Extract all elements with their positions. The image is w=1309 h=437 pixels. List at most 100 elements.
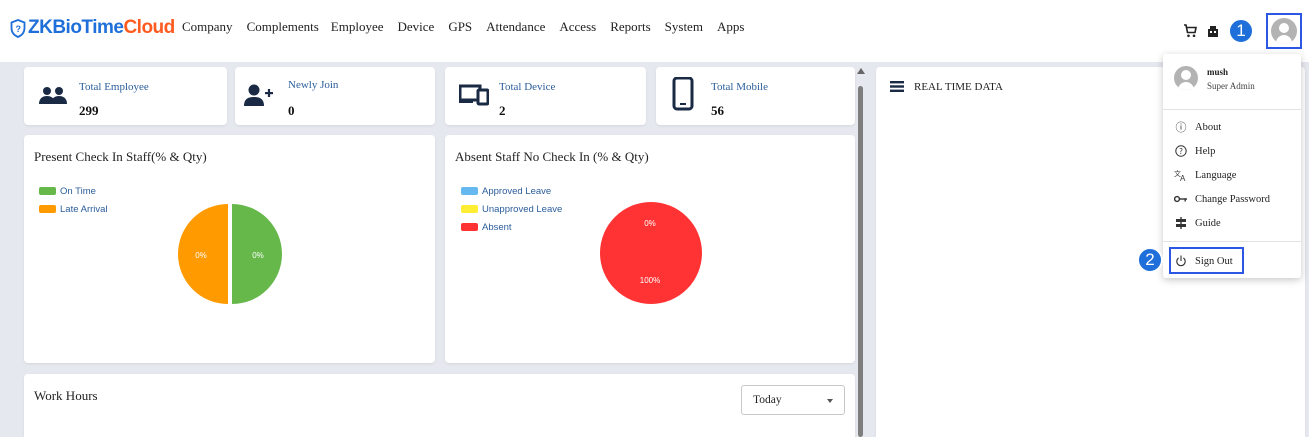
menu-item-language[interactable]: 文A Language	[1163, 163, 1301, 187]
group-icon	[39, 87, 67, 104]
menu-item-about[interactable]: ⓘ About	[1163, 115, 1301, 139]
user-avatar-button[interactable]	[1266, 13, 1302, 49]
nav-apps[interactable]: Apps	[717, 19, 744, 35]
sign-out-highlight	[1169, 247, 1244, 274]
stat-value: 2	[499, 103, 506, 118]
nav-access[interactable]: Access	[559, 19, 596, 35]
top-navigation-bar: ? ZKBioTime Cloud Company Complements Emp…	[0, 0, 1309, 62]
legend-item-approved-leave[interactable]: Approved Leave	[461, 182, 562, 200]
app-logo[interactable]: ? ZKBioTime Cloud	[10, 16, 175, 40]
absent-legend: Approved Leave Unapproved Leave Absent	[461, 182, 562, 236]
nav-company[interactable]: Company	[182, 19, 233, 35]
legend-item-late-arrival[interactable]: Late Arrival	[39, 200, 108, 218]
chevron-down-icon	[827, 399, 833, 403]
present-legend: On Time Late Arrival	[39, 182, 108, 218]
guide-icon	[1167, 217, 1195, 229]
step-2-marker: 2	[1137, 247, 1163, 273]
panel-title: Absent Staff No Check In (% & Qty)	[455, 149, 649, 164]
present-pie-chart: 0% 0%	[178, 204, 282, 304]
legend-label: Approved Leave	[482, 185, 552, 197]
logo-text-cloud: Cloud	[123, 17, 175, 38]
translate-icon: 文A	[1167, 169, 1195, 181]
scroll-thumb[interactable]	[858, 86, 863, 437]
stat-card-total-device[interactable]: Total Device 2	[445, 67, 646, 125]
list-icon	[890, 81, 904, 92]
pie-label-late: 0%	[195, 251, 207, 260]
person-add-icon	[244, 84, 273, 106]
stat-value: 56	[711, 103, 724, 118]
legend-swatch	[39, 187, 56, 195]
pie-slice-absent[interactable]	[600, 202, 702, 304]
absent-staff-panel: Absent Staff No Check In (% & Qty) Appro…	[445, 135, 855, 363]
svg-text:?: ?	[1179, 147, 1183, 156]
stat-card-newly-join[interactable]: Newly Join 0	[235, 67, 435, 125]
menu-item-guide[interactable]: Guide	[1163, 211, 1301, 235]
nav-attendance[interactable]: Attendance	[486, 19, 545, 35]
menu-item-change-password[interactable]: Change Password	[1163, 187, 1301, 211]
legend-swatch	[39, 205, 56, 213]
legend-swatch	[461, 223, 478, 231]
menu-item-label: Language	[1195, 169, 1237, 181]
menu-divider	[1163, 109, 1301, 110]
legend-label: Absent	[482, 221, 512, 233]
user-info: mush Super Admin	[1163, 54, 1301, 104]
stat-card-total-employee[interactable]: Total Employee 299	[24, 67, 227, 125]
help-icon: ?	[1167, 145, 1195, 157]
content-scrollbar[interactable]	[857, 68, 865, 437]
stat-card-total-mobile[interactable]: Total Mobile 56	[656, 67, 855, 125]
legend-item-absent[interactable]: Absent	[461, 218, 562, 236]
period-select[interactable]: Today	[741, 385, 845, 415]
cart-icon[interactable]	[1183, 24, 1197, 38]
pie-label-absent: 100%	[640, 276, 660, 285]
work-hours-panel: Work Hours Today	[24, 374, 855, 437]
present-check-in-panel: Present Check In Staff(% & Qty) On Time …	[24, 135, 435, 363]
nav-gps[interactable]: GPS	[448, 19, 472, 35]
main-menu: Company Complements Employee Device GPS …	[182, 19, 758, 35]
legend-item-unapproved-leave[interactable]: Unapproved Leave	[461, 200, 562, 218]
stat-label: Newly Join	[288, 79, 339, 91]
mobile-icon	[672, 77, 694, 111]
key-icon	[1167, 195, 1195, 203]
menu-item-label: Help	[1195, 145, 1216, 157]
info-icon: ⓘ	[1175, 121, 1187, 134]
pie-label-on-time: 0%	[252, 251, 264, 260]
stat-label: Total Device	[499, 81, 556, 93]
nav-complements[interactable]: Complements	[247, 19, 319, 35]
stat-label: Total Mobile	[711, 81, 768, 93]
legend-item-on-time[interactable]: On Time	[39, 182, 108, 200]
user-avatar-icon	[1174, 66, 1198, 90]
shield-logo-icon: ?	[10, 18, 26, 38]
legend-label: Late Arrival	[60, 203, 108, 215]
menu-item-label: Change Password	[1195, 193, 1270, 205]
panel-title: REAL TIME DATA	[914, 81, 1003, 93]
menu-item-label: Guide	[1195, 217, 1221, 229]
user-avatar-icon	[1271, 18, 1297, 44]
user-role: Super Admin	[1207, 81, 1255, 91]
nav-reports[interactable]: Reports	[610, 19, 650, 35]
panel-title: Present Check In Staff(% & Qty)	[34, 149, 207, 164]
logo-text-main: ZKBioTime	[28, 17, 124, 38]
nav-device[interactable]: Device	[398, 19, 435, 35]
nav-employee[interactable]: Employee	[331, 19, 384, 35]
pie-label-leave: 0%	[644, 219, 656, 228]
dashboard-area: Total Employee 299 Newly Join 0 Total De…	[0, 62, 1309, 437]
svg-text:A: A	[1180, 174, 1186, 181]
stat-value: 299	[79, 103, 99, 118]
svg-text:?: ?	[16, 24, 21, 34]
panel-title: Work Hours	[34, 388, 98, 403]
user-name: mush	[1207, 67, 1229, 77]
stat-value: 0	[288, 103, 295, 118]
building-icon[interactable]	[1207, 25, 1219, 37]
nav-system[interactable]: System	[665, 19, 703, 35]
menu-divider	[1163, 241, 1301, 242]
menu-item-label: About	[1195, 121, 1222, 133]
user-dropdown-menu: mush Super Admin ⓘ About ? Help 文A Langua…	[1163, 54, 1301, 278]
step-1-marker: 1	[1228, 18, 1254, 44]
devices-icon	[459, 84, 489, 106]
menu-item-help[interactable]: ? Help	[1163, 139, 1301, 163]
stat-label: Total Employee	[79, 81, 149, 93]
legend-label: Unapproved Leave	[482, 203, 563, 215]
legend-swatch	[461, 187, 478, 195]
scroll-up-arrow-icon[interactable]	[857, 68, 865, 74]
absent-pie-chart: 0% 100%	[600, 202, 702, 304]
